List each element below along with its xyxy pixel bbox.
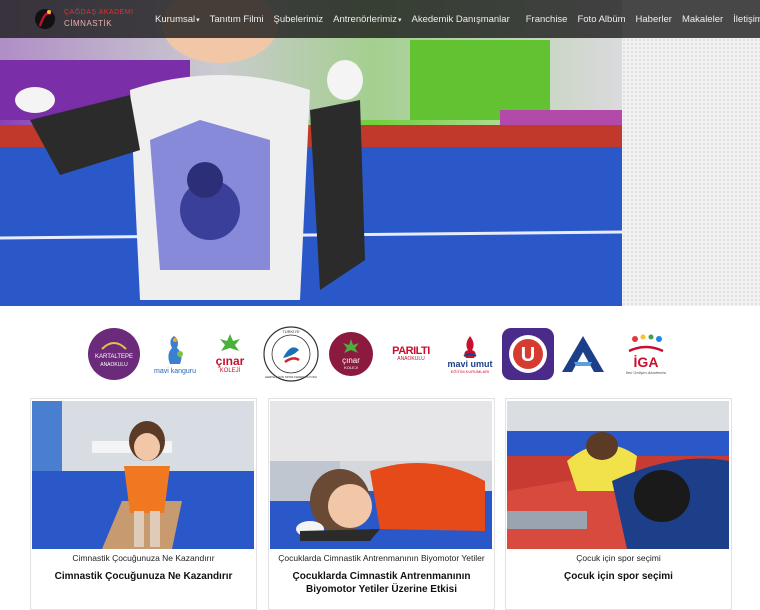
sponsor-a-logo[interactable] xyxy=(558,322,608,386)
nav-subelerimiz[interactable]: Şubelerimiz xyxy=(268,14,328,25)
article-title[interactable]: Cimnastik Çocuğunuza Ne Kazandırır xyxy=(41,570,246,583)
u-shield-logo-icon: U xyxy=(502,328,554,380)
article-card-3[interactable]: Çocuk için spor seçimi Çocuk için spor s… xyxy=(505,398,732,610)
sponsor-mavi-umut[interactable]: mavi umut EĞİTİM KURUMLARI xyxy=(442,322,498,386)
sponsor-federation[interactable]: TÜRKİYE HERKES İÇİN SPOR FEDERASYONU xyxy=(262,322,320,386)
article-category[interactable]: Çocuklarda Cimnastik Antrenmanının Biyom… xyxy=(269,553,494,563)
nav-akademik-danismanlar[interactable]: Akedemik Danışmanlar xyxy=(407,14,515,25)
svg-text:ANAOKULU: ANAOKULU xyxy=(100,362,128,368)
article-card-1[interactable]: Cimnastik Çocuğunuza Ne Kazandırır Cimna… xyxy=(30,398,257,610)
kartaltepe-logo-icon: KARTALTEPE ANAOKULU xyxy=(88,328,140,380)
site-logo[interactable]: ÇAĞDAŞ AKADEMİ CİMNASTİK xyxy=(34,4,144,34)
card-photo xyxy=(270,401,492,549)
svg-text:çınar: çınar xyxy=(342,356,360,365)
hero-banner xyxy=(0,0,760,306)
svg-text:KARTALTEPE: KARTALTEPE xyxy=(95,354,133,360)
brand-name: ÇAĞDAŞ AKADEMİ xyxy=(64,9,134,16)
article-image-3[interactable] xyxy=(507,401,729,549)
leaf-logo-icon xyxy=(220,334,240,352)
nav-antrenorlerimiz[interactable]: Antrenörlerimiz▾ xyxy=(328,14,406,25)
nav-kurumsal[interactable]: Kurumsal▾ xyxy=(150,14,205,25)
article-image-2[interactable] xyxy=(270,401,492,549)
nav-makaleler[interactable]: Makaleler xyxy=(677,14,728,25)
card-photo xyxy=(507,401,729,549)
svg-text:HERKES İÇİN SPOR FEDERASYONU: HERKES İÇİN SPOR FEDERASYONU xyxy=(265,374,317,379)
top-navbar: ÇAĞDAŞ AKADEMİ CİMNASTİK Kurumsal▾ Tanıt… xyxy=(0,0,760,38)
sponsor-parilti[interactable]: PARILTI ANAOKULU xyxy=(382,322,440,386)
cinar-circle-logo-icon: çınar KOLEJİ xyxy=(329,332,373,376)
gymnast-logo-icon xyxy=(35,9,55,29)
article-title[interactable]: Çocuk için spor seçimi xyxy=(516,570,721,583)
svg-text:TÜRKİYE: TÜRKİYE xyxy=(282,329,300,334)
sponsor-cinar-koleji-2[interactable]: çınar KOLEJİ xyxy=(326,322,376,386)
card-photo xyxy=(32,401,254,549)
nav-haberler[interactable]: Haberler xyxy=(631,14,677,25)
sponsor-mavi-kanguru[interactable]: mavi kanguru xyxy=(150,322,200,386)
sponsor-logos: KARTALTEPE ANAOKULU mavi kanguru çınar K… xyxy=(80,322,680,386)
brand-subtitle: CİMNASTİK xyxy=(64,19,113,28)
flame-logo-icon xyxy=(463,335,477,358)
article-card-2[interactable]: Çocuklarda Cimnastik Antrenmanının Biyom… xyxy=(268,398,495,610)
kangaroo-logo-icon xyxy=(168,336,183,365)
svg-text:KOLEJİ: KOLEJİ xyxy=(344,365,358,370)
sponsor-iga[interactable]: İGA İleri Gelişim Akademisi xyxy=(612,322,680,386)
nav-iletisim[interactable]: İletişim xyxy=(728,14,760,25)
main-nav: Kurumsal▾ Tanıtım Filmi Şubelerimiz Antr… xyxy=(150,0,760,38)
article-category[interactable]: Çocuk için spor seçimi xyxy=(506,553,731,563)
a-triangle-logo-icon xyxy=(562,336,604,372)
article-category[interactable]: Cimnastik Çocuğunuza Ne Kazandırır xyxy=(31,553,256,563)
caret-down-icon: ▾ xyxy=(196,16,200,24)
article-title[interactable]: Çocuklarda Cimnastik Antrenmanının Biyom… xyxy=(279,570,484,596)
article-image-1[interactable] xyxy=(32,401,254,549)
svg-text:U: U xyxy=(521,344,535,366)
nav-franchise[interactable]: Franchise xyxy=(521,14,573,25)
sponsor-kartaltepe[interactable]: KARTALTEPE ANAOKULU xyxy=(86,322,142,386)
sponsor-u-logo[interactable]: U xyxy=(500,322,556,386)
federation-seal-icon: TÜRKİYE HERKES İÇİN SPOR FEDERASYONU xyxy=(263,326,319,382)
nav-tanitim-filmi[interactable]: Tanıtım Filmi xyxy=(205,14,269,25)
nav-foto-album[interactable]: Foto Albüm xyxy=(572,14,630,25)
sponsor-cinar-koleji[interactable]: çınar KOLEJİ xyxy=(206,322,254,386)
hero-pattern xyxy=(622,38,760,306)
caret-down-icon: ▾ xyxy=(398,16,402,24)
iga-book-logo-icon xyxy=(628,334,664,353)
